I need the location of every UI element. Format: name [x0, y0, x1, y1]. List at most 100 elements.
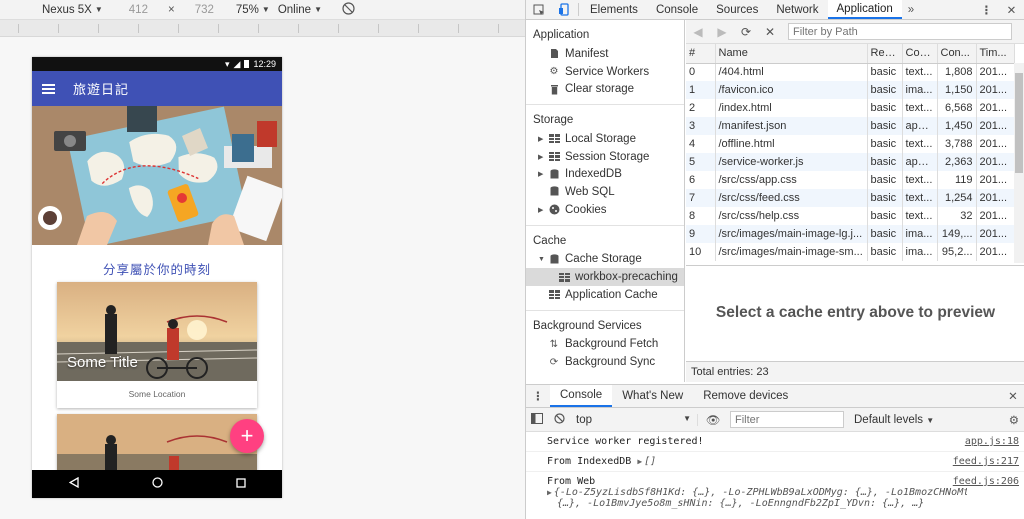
source-link[interactable]: feed.js:217 [953, 456, 1019, 467]
back-icon[interactable] [68, 476, 79, 491]
table-row[interactable]: 2/index.html basic text... 6,568 201... [686, 99, 1015, 117]
sidebar-item-session-storage[interactable]: ▶ Session Storage [526, 148, 684, 166]
sidebar-item-indexeddb[interactable]: ▶ IndexedDB [526, 165, 684, 183]
menu-icon[interactable] [42, 83, 55, 94]
previous-page-icon[interactable]: ◀ [686, 25, 710, 39]
tab-sources[interactable]: Sources [707, 0, 767, 19]
device-select[interactable]: Nexus 5X ▼ [42, 4, 103, 16]
next-page-icon[interactable]: ▶ [710, 25, 734, 39]
collapse-arrow-icon[interactable]: ▼ [538, 256, 546, 263]
column-header-name[interactable]: Name [715, 44, 868, 64]
drawer-tab-whats-new[interactable]: What's New [612, 385, 693, 407]
width-input[interactable]: 412 [129, 4, 148, 16]
network-select[interactable]: Online ▼ [278, 4, 322, 16]
more-tabs-icon[interactable]: » [902, 0, 920, 19]
column-header-content-length[interactable]: Con... [937, 44, 977, 64]
expand-arrow-icon[interactable]: ▶ [538, 153, 546, 161]
table-row[interactable]: 1/favicon.ico basic ima... 1,150 201... [686, 81, 1015, 99]
table-cell: 201... [976, 171, 1015, 189]
tab-elements[interactable]: Elements [581, 0, 647, 19]
table-scrollbar[interactable] [1014, 63, 1024, 263]
android-nav-bar [32, 470, 282, 498]
up-down-arrows-icon: ⇅ [549, 338, 559, 350]
status-time: 12:29 [253, 59, 276, 69]
sidebar-item-application-cache[interactable]: Application Cache [526, 286, 684, 304]
close-drawer-icon[interactable]: ✕ [1001, 385, 1024, 407]
source-link[interactable]: feed.js:206 [953, 476, 1019, 487]
table-row[interactable]: 5/service-worker.js basic appl... 2,363 201.… [686, 153, 1015, 171]
sidebar-header-cache: Cache [533, 234, 567, 247]
recents-icon[interactable] [235, 477, 246, 491]
sidebar-item-workbox-precaching[interactable]: workbox-precaching [526, 268, 684, 286]
preview-placeholder: Select a cache entry above to preview [686, 265, 1024, 359]
table-row[interactable]: 9/src/images/main-image-lg.j... basic ima.… [686, 225, 1015, 243]
delete-entry-icon[interactable]: ✕ [758, 25, 782, 39]
sidebar-toggle-icon[interactable] [526, 412, 548, 427]
expand-arrow-icon[interactable]: ▶ [538, 206, 546, 214]
inspect-icon[interactable] [526, 0, 551, 19]
drawer-menu-icon[interactable]: ⋮ [526, 385, 550, 407]
document-icon [548, 48, 560, 59]
close-icon[interactable]: ✕ [999, 0, 1024, 19]
sidebar-item-web-sql[interactable]: Web SQL [526, 183, 684, 201]
logged-object[interactable]: ▶ {-Lo-Z5yzLisdbSf8H1Kd: {…}, -Lo-ZPHLWbB… [547, 487, 967, 498]
column-header-content-type[interactable]: Con... [902, 44, 938, 64]
drawer-tab-console[interactable]: Console [550, 385, 613, 407]
tab-console[interactable]: Console [647, 0, 707, 19]
expand-arrow-icon[interactable]: ▶ [538, 135, 546, 143]
drawer-tab-remote-devices[interactable]: Remove devices [693, 385, 798, 407]
eye-icon[interactable]: 👁 [702, 413, 724, 427]
caret-down-icon: ▼ [926, 415, 935, 425]
sidebar-item-cookies[interactable]: ▶ Cookies [526, 201, 684, 219]
sidebar-item-service-workers[interactable]: ⚙ Service Workers [526, 63, 684, 81]
device-toolbar: Nexus 5X ▼ 412 × 732 75% ▼ Online ▼ [0, 0, 525, 20]
expand-arrow-icon[interactable]: ▶ [538, 170, 546, 178]
table-cell: 201... [976, 99, 1015, 117]
height-input[interactable]: 732 [195, 4, 214, 16]
expand-arrow-icon[interactable]: ▶ [547, 488, 552, 497]
zoom-select[interactable]: 75% ▼ [236, 4, 270, 16]
context-select[interactable]: top ▼ [570, 413, 698, 426]
table-cell: basic [867, 117, 903, 135]
post-card[interactable]: Some Title Some Location [57, 282, 257, 408]
table-row[interactable]: 0/404.html basic text... 1,808 201... [686, 63, 1015, 81]
rotate-icon[interactable] [342, 1, 355, 18]
source-link[interactable]: app.js:18 [965, 436, 1019, 447]
column-header-time-cached[interactable]: Tim... [976, 44, 1015, 64]
kebab-menu-icon[interactable]: ⋮ [974, 0, 999, 19]
add-post-button[interactable]: + [230, 419, 264, 453]
table-row[interactable]: 3/manifest.json basic appl... 1,450 201... [686, 117, 1015, 135]
table-cell: /offline.html [715, 135, 868, 153]
console-settings-gear-icon[interactable]: ⚙ [1009, 413, 1019, 427]
table-row[interactable]: 10/src/images/main-image-sm... basic ima..… [686, 243, 1015, 261]
filter-by-path-input[interactable] [788, 23, 1012, 40]
table-cell: 201... [976, 225, 1015, 243]
clear-console-icon[interactable] [548, 412, 570, 427]
table-row[interactable]: 8/src/css/help.css basic text... 32 201... [686, 207, 1015, 225]
refresh-icon[interactable]: ⟳ [734, 25, 758, 39]
table-cell: 3 [686, 117, 716, 135]
table-row[interactable]: 6/src/css/app.css basic text... 119 201... [686, 171, 1015, 189]
home-icon[interactable] [151, 477, 163, 491]
log-levels-select[interactable]: Default levels ▼ [854, 414, 934, 426]
media-query-ruler[interactable] [0, 20, 525, 37]
sidebar-item-clear-storage[interactable]: Clear storage [526, 80, 684, 98]
sidebar-item-manifest[interactable]: Manifest [526, 45, 684, 63]
table-cell: text... [902, 207, 938, 225]
console-filter-input[interactable] [730, 411, 844, 428]
table-row[interactable]: 7/src/css/feed.css basic text... 1,254 201..… [686, 189, 1015, 207]
table-cell: basic [867, 63, 903, 81]
expand-arrow-icon[interactable]: ▶ [637, 457, 642, 466]
console-messages: Service worker registered! app.js:18 Fro… [526, 432, 1024, 519]
table-row[interactable]: 4/offline.html basic text... 3,788 201... [686, 135, 1015, 153]
sidebar-item-cache-storage[interactable]: ▼ Cache Storage [526, 251, 684, 269]
column-header-index[interactable]: # [686, 44, 716, 64]
sidebar-item-background-fetch[interactable]: ⇅ Background Fetch [526, 336, 684, 354]
sidebar-item-background-sync[interactable]: ⟳ Background Sync [526, 353, 684, 371]
device-toggle-icon[interactable] [551, 0, 576, 19]
tab-application[interactable]: Application [827, 0, 902, 19]
sidebar-item-local-storage[interactable]: ▶ Local Storage [526, 130, 684, 148]
application-sidebar: Application Manifest ⚙ Service Workers Cl… [526, 20, 685, 382]
tab-network[interactable]: Network [767, 0, 827, 19]
column-header-response-type[interactable]: Res... [867, 44, 903, 64]
